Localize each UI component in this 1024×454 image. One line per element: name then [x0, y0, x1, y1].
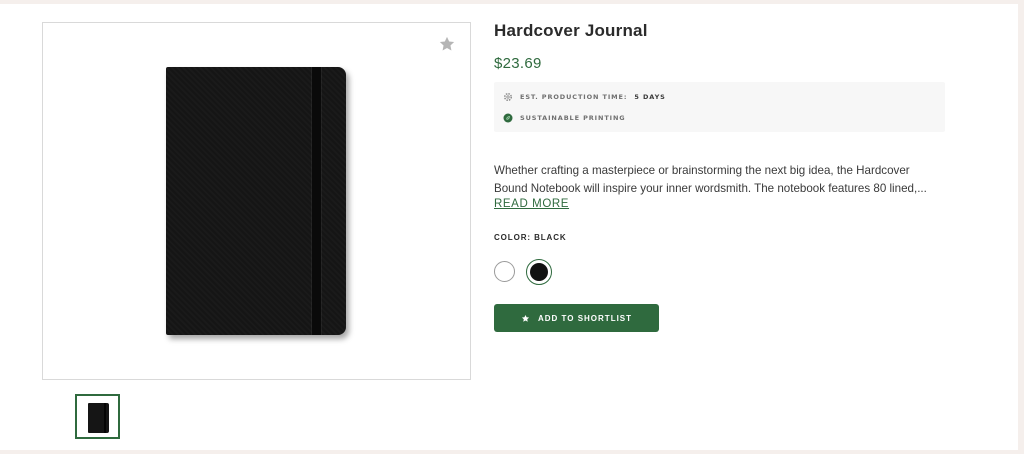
sustainable-printing-row: SUSTAINABLE PRINTING — [503, 113, 626, 123]
description-line-1: Whether crafting a masterpiece or brains… — [494, 164, 910, 177]
leaf-icon — [503, 113, 513, 123]
product-description: Whether crafting a masterpiece or brains… — [494, 162, 949, 198]
read-more-link[interactable]: READ MORE — [494, 198, 569, 210]
product-title: Hardcover Journal — [494, 21, 648, 40]
color-swatch-white[interactable] — [494, 261, 515, 282]
description-line-2: Bound Notebook will inspire your inner w… — [494, 182, 927, 195]
product-main-image — [42, 22, 471, 380]
notebook-image — [166, 67, 346, 335]
color-swatch-black[interactable] — [526, 259, 552, 285]
add-to-shortlist-button[interactable]: ADD TO SHORTLIST — [494, 304, 659, 332]
favorite-star-icon[interactable] — [438, 35, 456, 53]
production-time-value: 5 DAYS — [634, 93, 666, 101]
star-icon — [521, 314, 530, 322]
production-time-row: EST. PRODUCTION TIME: 5 DAYS — [503, 92, 666, 102]
notebook-elastic-band — [312, 67, 321, 335]
product-thumbnail[interactable] — [75, 394, 120, 439]
color-label: COLOR: BLACK — [494, 233, 567, 242]
production-time-label: EST. PRODUCTION TIME: — [520, 93, 628, 101]
product-page: Hardcover Journal $23.69 EST. PRODUCTION… — [0, 4, 1018, 450]
product-info-box: EST. PRODUCTION TIME: 5 DAYS SUSTAINABLE… — [494, 82, 945, 132]
add-to-shortlist-label: ADD TO SHORTLIST — [537, 313, 633, 323]
sustainable-printing-label: SUSTAINABLE PRINTING — [520, 114, 626, 122]
gear-icon — [504, 93, 512, 101]
thumbnail-notebook-image — [88, 403, 109, 433]
color-swatch-black-fill — [530, 263, 548, 281]
product-price: $23.69 — [494, 55, 542, 72]
